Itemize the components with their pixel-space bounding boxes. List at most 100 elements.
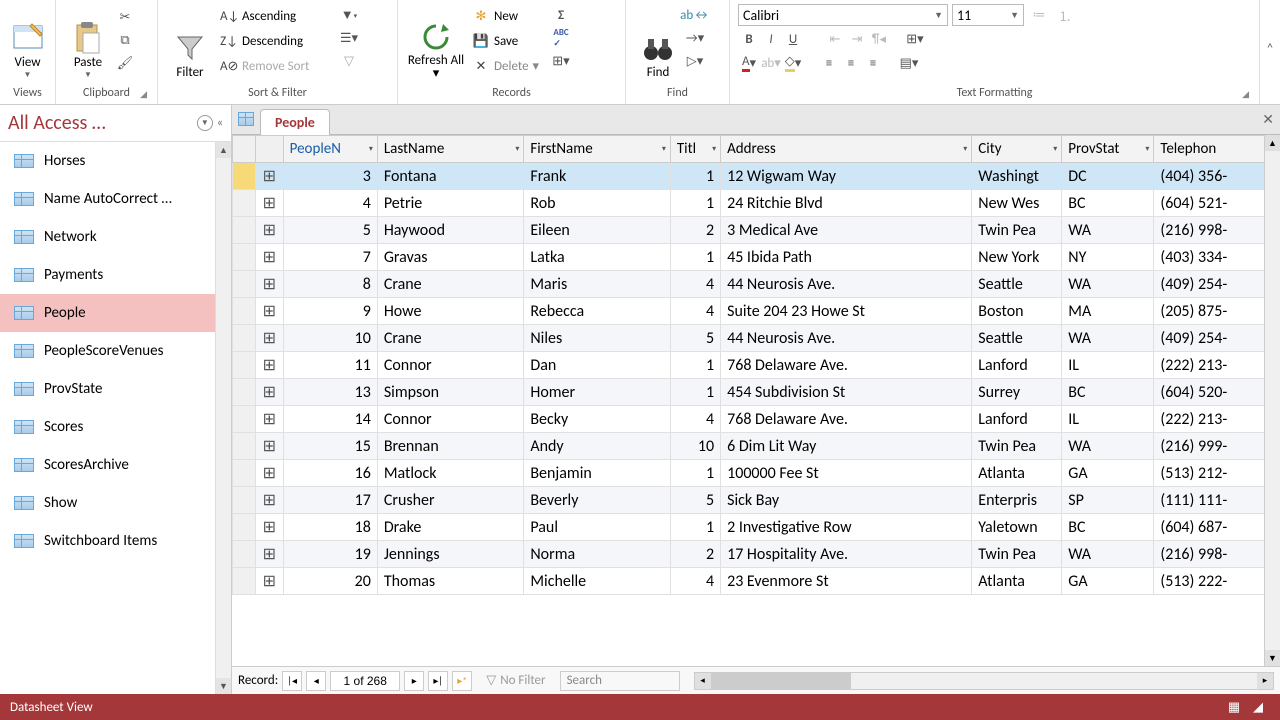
cell-provstat[interactable]: GA [1062, 460, 1154, 487]
cell-firstname[interactable]: Benjamin [524, 460, 671, 487]
column-header-address[interactable]: Address▾ [721, 136, 972, 163]
bold-button[interactable]: B [738, 28, 760, 50]
clipboard-launcher[interactable]: ◢ [140, 89, 147, 100]
cell-peoplen[interactable]: 17 [283, 487, 377, 514]
cell-lastname[interactable]: Drake [377, 514, 524, 541]
cell-lastname[interactable]: Petrie [377, 190, 524, 217]
cell-city[interactable]: Lanford [972, 406, 1062, 433]
cell-lastname[interactable]: Haywood [377, 217, 524, 244]
cell-title[interactable]: 4 [670, 298, 720, 325]
expand-row-button[interactable]: ⊞ [256, 460, 284, 487]
nav-pane-title[interactable]: All Access … [8, 111, 197, 135]
cell-telephone[interactable]: (604) 687- [1154, 514, 1280, 541]
cell-provstat[interactable]: IL [1062, 352, 1154, 379]
cell-city[interactable]: Atlanta [972, 568, 1062, 595]
row-selector[interactable] [233, 190, 256, 217]
totals-button[interactable]: Σ [550, 4, 572, 26]
text-direction-button[interactable]: ¶◂ [868, 28, 890, 50]
cell-telephone[interactable]: (403) 334- [1154, 244, 1280, 271]
expand-row-button[interactable]: ⊞ [256, 433, 284, 460]
table-row[interactable]: ⊞4PetrieRob124 Ritchie BlvdNew WesBC(604… [233, 190, 1280, 217]
cell-lastname[interactable]: Brennan [377, 433, 524, 460]
cell-peoplen[interactable]: 13 [283, 379, 377, 406]
remove-sort-button[interactable]: A⊘Remove Sort [216, 54, 336, 78]
cell-firstname[interactable]: Rebecca [524, 298, 671, 325]
cell-lastname[interactable]: Thomas [377, 568, 524, 595]
cell-address[interactable]: 17 Hospitality Ave. [721, 541, 972, 568]
expand-row-button[interactable]: ⊞ [256, 379, 284, 406]
cell-telephone[interactable]: (216) 998- [1154, 541, 1280, 568]
cell-provstat[interactable]: SP [1062, 487, 1154, 514]
expand-row-button[interactable]: ⊞ [256, 163, 284, 190]
nav-collapse-button[interactable]: « [217, 116, 223, 130]
column-header-lastname[interactable]: LastName▾ [377, 136, 524, 163]
nav-item-peoplescorevenues[interactable]: PeopleScoreVenues [0, 332, 231, 370]
column-header-firstname[interactable]: FirstName▾ [524, 136, 671, 163]
cell-title[interactable]: 1 [670, 352, 720, 379]
cell-firstname[interactable]: Latka [524, 244, 671, 271]
cell-telephone[interactable]: (111) 111- [1154, 487, 1280, 514]
cell-address[interactable]: 24 Ritchie Blvd [721, 190, 972, 217]
table-row[interactable]: ⊞11ConnorDan1768 Delaware Ave.LanfordIL(… [233, 352, 1280, 379]
cell-firstname[interactable]: Eileen [524, 217, 671, 244]
expand-row-button[interactable]: ⊞ [256, 271, 284, 298]
view-button[interactable]: View ▼ [8, 2, 47, 80]
cell-provstat[interactable]: WA [1062, 271, 1154, 298]
expand-row-button[interactable]: ⊞ [256, 190, 284, 217]
find-button[interactable]: Find [634, 2, 682, 80]
row-selector[interactable] [233, 298, 256, 325]
cell-address[interactable]: 44 Neurosis Ave. [721, 325, 972, 352]
cell-title[interactable]: 4 [670, 406, 720, 433]
cell-lastname[interactable]: Connor [377, 352, 524, 379]
row-selector[interactable] [233, 163, 256, 190]
cell-lastname[interactable]: Matlock [377, 460, 524, 487]
cell-peoplen[interactable]: 14 [283, 406, 377, 433]
nav-item-name-autocorrect-[interactable]: Name AutoCorrect … [0, 180, 231, 218]
cell-firstname[interactable]: Frank [524, 163, 671, 190]
more-records-button[interactable]: ⊞▾ [550, 50, 572, 72]
column-header-peoplen[interactable]: PeopleN▾ [283, 136, 377, 163]
row-selector[interactable] [233, 217, 256, 244]
next-record-button[interactable]: ▸ [404, 671, 424, 691]
cell-telephone[interactable]: (205) 875- [1154, 298, 1280, 325]
cell-provstat[interactable]: DC [1062, 163, 1154, 190]
table-row[interactable]: ⊞7GravasLatka145 Ibida PathNew YorkNY(40… [233, 244, 1280, 271]
nav-dropdown-button[interactable]: ▼ [197, 115, 213, 131]
cell-title[interactable]: 10 [670, 433, 720, 460]
row-selector[interactable] [233, 406, 256, 433]
cell-firstname[interactable]: Dan [524, 352, 671, 379]
record-search-box[interactable]: Search [560, 671, 680, 691]
new-record-nav-button[interactable]: ▸* [452, 671, 472, 691]
nav-item-provstate[interactable]: ProvState [0, 370, 231, 408]
cell-provstat[interactable]: BC [1062, 190, 1154, 217]
expand-row-button[interactable]: ⊞ [256, 514, 284, 541]
text-format-launcher[interactable]: ◢ [1242, 89, 1249, 100]
expand-row-button[interactable]: ⊞ [256, 325, 284, 352]
expand-row-button[interactable]: ⊞ [256, 541, 284, 568]
table-row[interactable]: ⊞16MatlockBenjamin1100000 Fee StAtlantaG… [233, 460, 1280, 487]
align-right-button[interactable]: ≡ [862, 52, 884, 74]
nav-item-payments[interactable]: Payments [0, 256, 231, 294]
highlight-button[interactable]: ab▾ [760, 52, 782, 74]
table-row[interactable]: ⊞18DrakePaul12 Investigative RowYaletown… [233, 514, 1280, 541]
select-button[interactable]: ▷▾ [684, 50, 706, 72]
cell-lastname[interactable]: Connor [377, 406, 524, 433]
expand-row-button[interactable]: ⊞ [256, 217, 284, 244]
cell-title[interactable]: 4 [670, 568, 720, 595]
close-tab-button[interactable]: ✕ [1262, 111, 1274, 128]
selection-filter-button[interactable]: ▼▾ [338, 4, 360, 26]
decrease-indent-button[interactable]: ⇤ [824, 28, 846, 50]
cell-address[interactable]: 44 Neurosis Ave. [721, 271, 972, 298]
cell-telephone[interactable]: (513) 222- [1154, 568, 1280, 595]
cell-provstat[interactable]: IL [1062, 406, 1154, 433]
filter-dropdown-icon[interactable]: ▾ [662, 144, 666, 154]
row-selector[interactable] [233, 541, 256, 568]
cell-peoplen[interactable]: 18 [283, 514, 377, 541]
nav-item-switchboard-items[interactable]: Switchboard Items [0, 522, 231, 560]
cell-peoplen[interactable]: 11 [283, 352, 377, 379]
cell-peoplen[interactable]: 15 [283, 433, 377, 460]
collapse-ribbon-button[interactable]: ˄ [1260, 0, 1280, 104]
cell-city[interactable]: New Wes [972, 190, 1062, 217]
row-selector[interactable] [233, 244, 256, 271]
filter-dropdown-icon[interactable]: ▾ [1145, 144, 1149, 154]
